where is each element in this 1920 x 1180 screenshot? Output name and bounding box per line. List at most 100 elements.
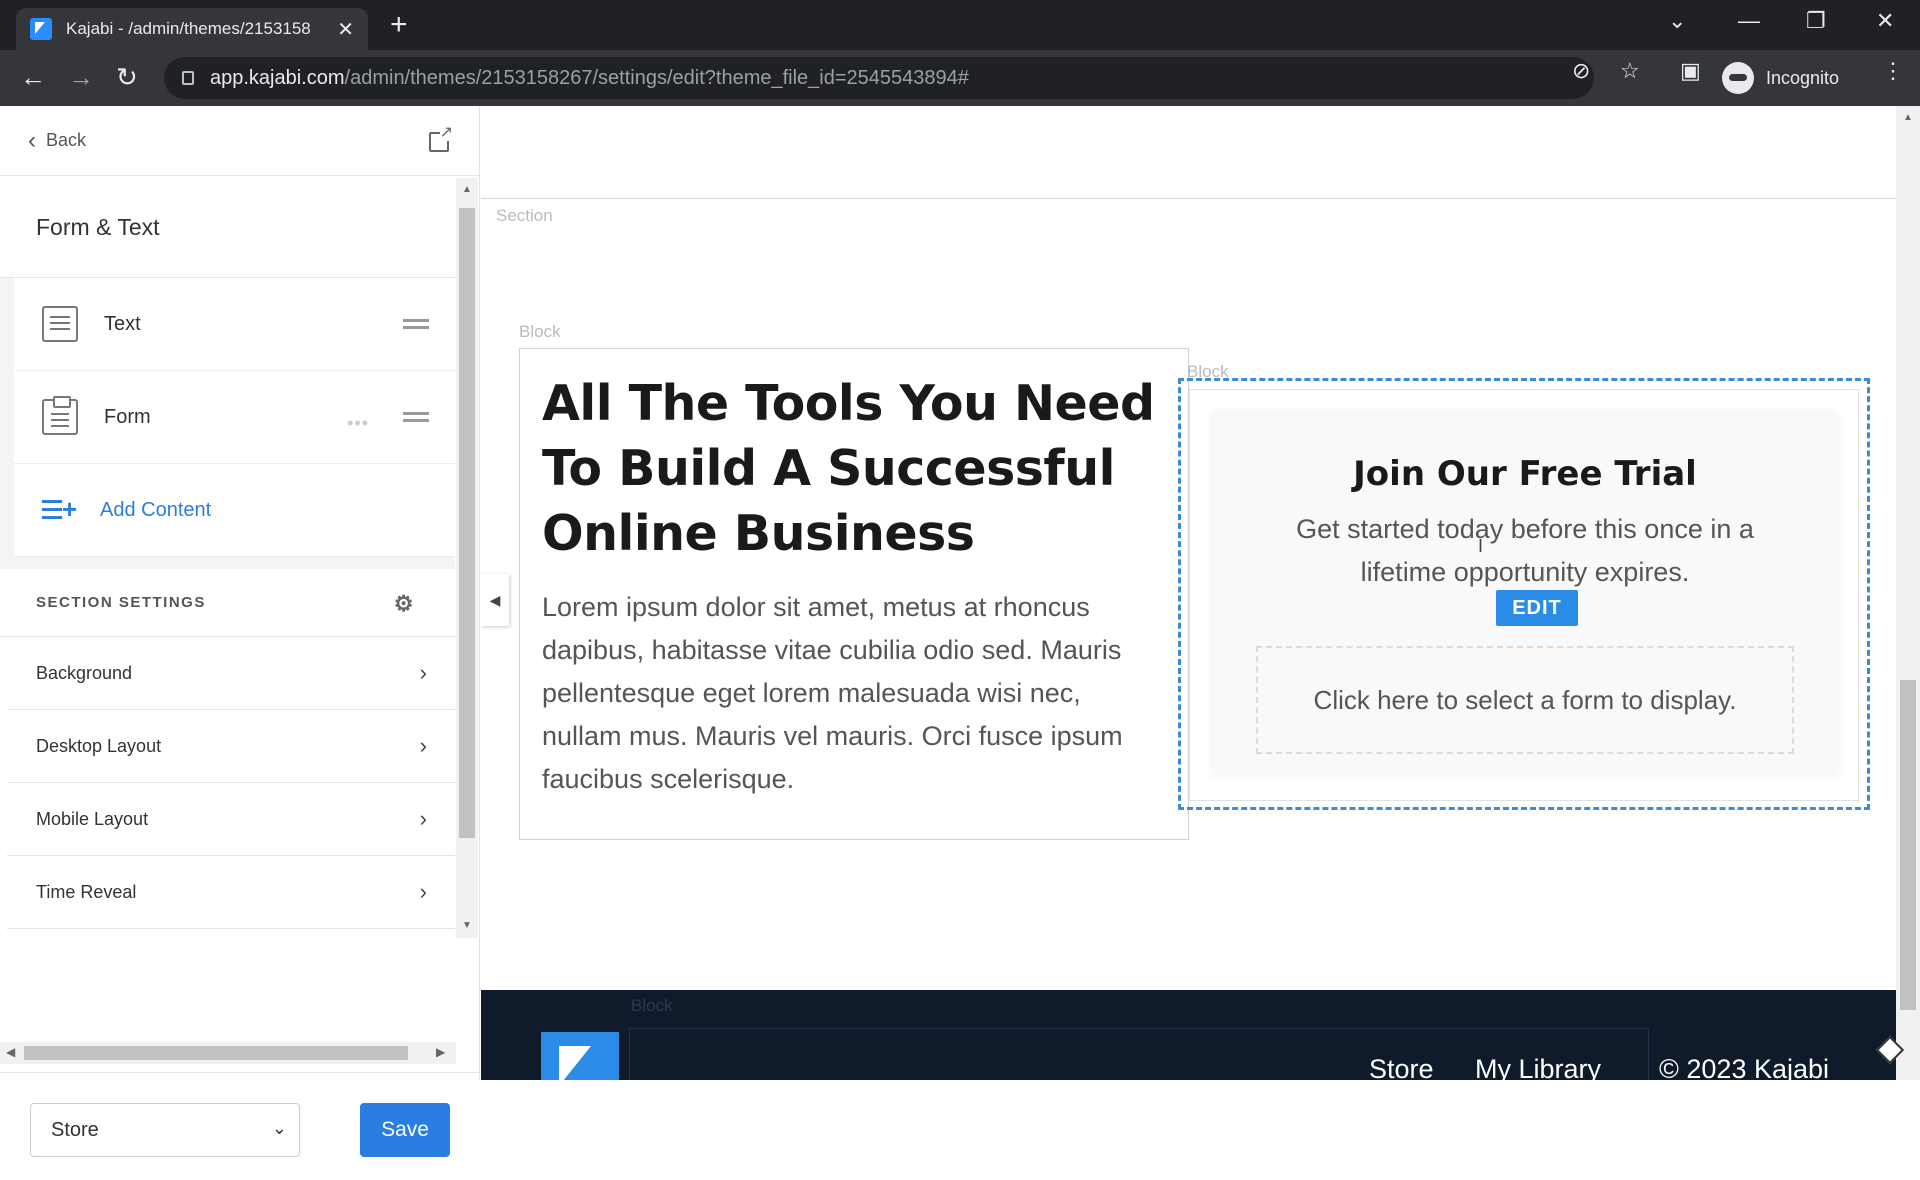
incognito-profile[interactable]: Incognito <box>1722 57 1839 99</box>
setting-label: Background <box>36 662 133 683</box>
browser-tab[interactable]: Kajabi - /admin/themes/2153158 ✕ <box>16 8 368 50</box>
tab-title: Kajabi - /admin/themes/2153158 <box>66 19 311 38</box>
eye-slash-icon[interactable]: ⊘ <box>1572 58 1590 84</box>
browser-menu-icon[interactable]: ⋮ <box>1882 58 1904 84</box>
footer-link-store[interactable]: Store <box>1369 1054 1434 1080</box>
more-options-icon[interactable]: ••• <box>347 413 369 434</box>
back-link[interactable]: ‹ Back <box>28 127 86 155</box>
content-item-label: Text <box>104 312 141 335</box>
kajabi-favicon-icon <box>30 18 52 40</box>
gear-icon[interactable]: ⚙ <box>394 591 415 617</box>
page-vertical-scrollbar[interactable]: ▲ <box>1896 106 1920 1080</box>
text-block-icon <box>42 306 78 342</box>
section-settings-header: SECTION SETTINGS ⚙ <box>0 569 455 637</box>
section-settings-title: SECTION SETTINGS <box>36 594 206 611</box>
sidebar-horizontal-scrollbar[interactable]: ◀ ▶ <box>0 1042 456 1064</box>
content-item-label: Form <box>104 405 151 428</box>
chevron-right-icon: › <box>419 733 427 758</box>
url-field[interactable]: app.kajabi.com/admin/themes/2153158267/s… <box>164 57 1594 99</box>
collapse-sidebar-button[interactable]: ◀ <box>481 574 509 626</box>
trial-title: Join Our Free Trial <box>1353 454 1697 494</box>
setting-label: Desktop Layout <box>36 735 162 756</box>
tab-search-chevron-icon[interactable]: ⌄ <box>1668 8 1686 34</box>
theme-editor-sidebar: ‹ Back Form & Text Text Form ••• <box>0 106 480 1180</box>
kajabi-logo-icon <box>541 1032 619 1080</box>
back-label: Back <box>46 130 87 150</box>
hero-body: Lorem ipsum dolor sit amet, metus at rho… <box>542 592 1123 794</box>
setting-time-reveal[interactable]: Time Reveal › <box>7 856 455 929</box>
scrollbar-thumb[interactable] <box>1900 680 1916 1010</box>
add-list-icon <box>42 496 77 522</box>
bookmark-star-icon[interactable]: ☆ <box>1620 58 1640 84</box>
trial-card: Join Our Free Trial Get started today be… <box>1212 410 1838 774</box>
setting-mobile-layout[interactable]: Mobile Layout › <box>7 783 455 856</box>
chevron-down-icon: ⌄ <box>271 1118 287 1138</box>
site-footer: Block Store My Library © 2023 Kajabi <box>481 990 1896 1080</box>
section-label: Section <box>496 206 553 225</box>
incognito-icon <box>1722 62 1754 94</box>
content-item-form[interactable]: Form ••• <box>14 371 455 464</box>
chevron-right-icon: › <box>419 806 427 831</box>
trial-subtitle: Get started today before this once in a … <box>1296 514 1754 587</box>
drag-handle-icon[interactable] <box>403 412 429 415</box>
setting-label: Mobile Layout <box>36 808 149 829</box>
url-path: /admin/themes/2153158267/settings/edit?t… <box>344 66 969 89</box>
add-content-button[interactable]: Add Content <box>14 464 455 557</box>
address-bar: ← → ↻ app.kajabi.com/admin/themes/215315… <box>0 50 1920 106</box>
theme-preview: ◀ Section Block All The Tools You Need T… <box>481 106 1896 1080</box>
save-button[interactable]: Save <box>360 1103 450 1157</box>
chevron-left-icon: ‹ <box>28 126 36 154</box>
side-panel-icon[interactable]: ▣ <box>1680 58 1701 84</box>
url-host: app.kajabi.com <box>210 66 345 89</box>
form-block-selected[interactable]: Join Our Free Trial Get started today be… <box>1178 378 1870 810</box>
chevron-right-icon: › <box>419 879 427 904</box>
restore-icon[interactable]: ❐ <box>1806 8 1826 34</box>
forward-arrow-icon[interactable]: → <box>68 62 94 92</box>
scroll-up-icon[interactable]: ▲ <box>1903 112 1913 123</box>
sidebar-header: ‹ Back <box>0 106 479 176</box>
lock-icon <box>182 71 194 85</box>
chevron-right-icon: › <box>419 660 427 685</box>
setting-label: Time Reveal <box>36 881 137 902</box>
page-select[interactable]: Store ⌄ <box>30 1103 300 1157</box>
content-item-text[interactable]: Text <box>14 278 455 371</box>
text-cursor-icon: I <box>1478 536 1484 556</box>
scroll-right-icon[interactable]: ▶ <box>436 1045 445 1059</box>
browser-tab-bar: Kajabi - /admin/themes/2153158 ✕ + ⌄ — ❐… <box>0 0 1920 50</box>
content-card: Text Form ••• Add Content <box>14 278 455 557</box>
panel-title: Form & Text <box>0 178 455 278</box>
scroll-down-icon[interactable]: ▼ <box>462 920 472 931</box>
form-placeholder[interactable]: Click here to select a form to display. <box>1256 646 1794 754</box>
add-content-label: Add Content <box>100 498 212 521</box>
open-external-icon[interactable] <box>429 125 453 152</box>
back-arrow-icon[interactable]: ← <box>20 62 46 92</box>
form-clipboard-icon <box>42 396 78 435</box>
drag-handle-icon[interactable] <box>403 319 429 322</box>
setting-background[interactable]: Background › <box>7 637 455 710</box>
close-tab-icon[interactable]: ✕ <box>337 17 354 42</box>
footer-link-library[interactable]: My Library <box>1475 1054 1601 1080</box>
scrollbar-thumb[interactable] <box>24 1046 408 1060</box>
block-label: Block <box>519 322 561 341</box>
section-divider <box>481 198 1896 199</box>
reload-icon[interactable]: ↻ <box>116 62 138 92</box>
sidebar-footer: Store ⌄ Save <box>0 1072 479 1180</box>
footer-copyright: © 2023 Kajabi <box>1659 1054 1830 1080</box>
new-tab-icon[interactable]: + <box>390 10 408 40</box>
hero-title: All The Tools You Need To Build A Succes… <box>542 375 1155 562</box>
scroll-up-icon[interactable]: ▲ <box>462 184 472 195</box>
sidebar-scroll-area: Form & Text Text Form ••• Add Content <box>0 178 455 1058</box>
scrollbar-thumb[interactable] <box>459 208 475 838</box>
content-list: Text Form ••• Add Content <box>0 278 455 569</box>
minimize-icon[interactable]: — <box>1738 8 1760 34</box>
incognito-label: Incognito <box>1766 67 1840 88</box>
edit-button[interactable]: EDIT <box>1496 590 1578 626</box>
form-block-inner: Join Our Free Trial Get started today be… <box>1189 389 1859 801</box>
text-block[interactable]: All The Tools You Need To Build A Succes… <box>519 348 1189 840</box>
scroll-left-icon[interactable]: ◀ <box>6 1045 15 1059</box>
setting-desktop-layout[interactable]: Desktop Layout › <box>7 710 455 783</box>
sidebar-vertical-scrollbar[interactable]: ▲ ▼ <box>456 178 478 938</box>
close-window-icon[interactable]: ✕ <box>1876 8 1894 34</box>
page-select-value: Store <box>51 1118 99 1141</box>
block-label: Block <box>631 996 673 1015</box>
